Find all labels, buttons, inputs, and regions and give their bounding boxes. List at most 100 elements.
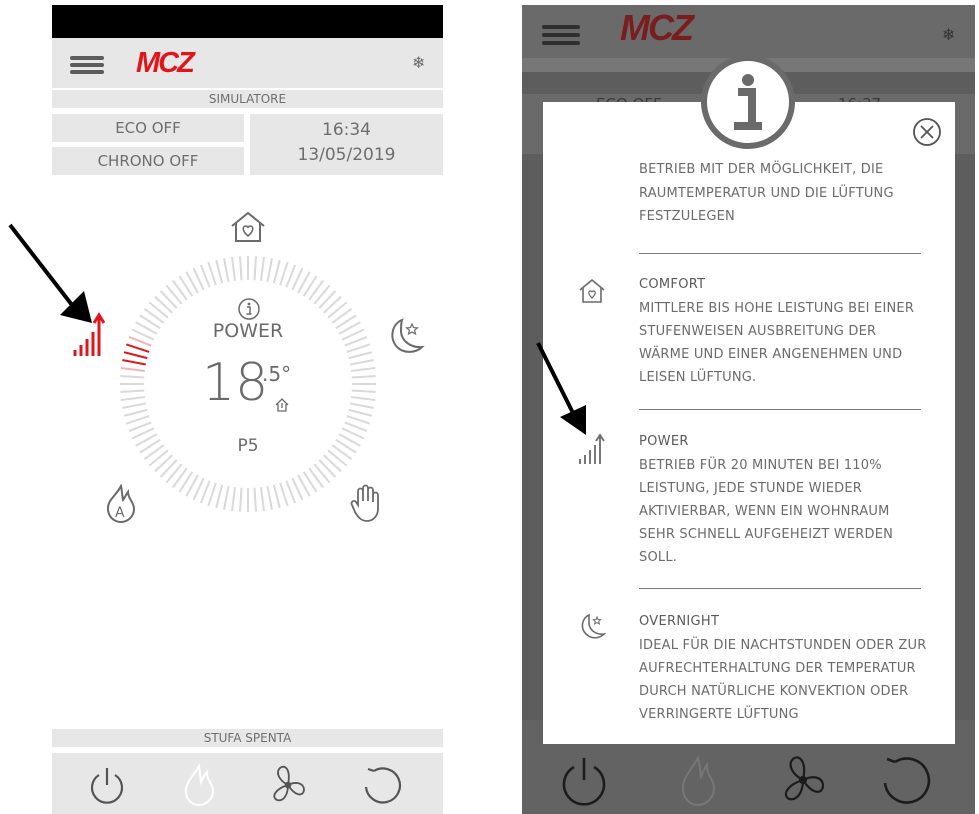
dial-tick <box>239 256 243 281</box>
chrono-status[interactable]: CHRONO OFF <box>52 147 244 175</box>
dial-tick <box>154 295 173 314</box>
dial-tick <box>344 335 368 347</box>
overnight-title: OVERNIGHT <box>639 614 720 629</box>
annotation-arrow <box>536 342 586 435</box>
stove-status: STUFA SPENTA <box>52 729 443 747</box>
power-title: POWER <box>639 434 689 449</box>
comfort-line-1: MITTLERE BIS HOHE LEISTUNG BEI EINER <box>639 301 915 316</box>
mcz-logo: MCZ <box>620 7 694 48</box>
intro-cut-text: BETRIEB MIT DER MÖGLICHKEIT, DIE <box>639 162 884 177</box>
overnight-line-1: IDEAL FÜR DIE NACHTSTUNDEN ODER ZUR <box>639 638 927 653</box>
reset-icon[interactable] <box>360 765 404 807</box>
overnight-moon-icon[interactable] <box>386 316 426 358</box>
close-icon[interactable] <box>911 116 943 148</box>
power-line-5: SOLL. <box>639 550 678 565</box>
annotation-arrow <box>8 223 92 323</box>
dial-tick <box>215 484 224 509</box>
dial-tick <box>350 359 374 366</box>
flame-icon[interactable] <box>678 755 718 807</box>
power-level: P5 <box>237 436 259 456</box>
dial-tick <box>159 290 178 309</box>
dial-tick <box>128 335 152 347</box>
reset-icon[interactable] <box>878 755 932 809</box>
datetime-box: 16:34 13/05/2019 <box>250 114 443 175</box>
power-icon[interactable] <box>88 765 126 805</box>
power-line-4: SEHR SCHNELL AUFGEHEIZT WERDEN <box>639 527 894 542</box>
separator <box>639 409 921 410</box>
clock-date: 13/05/2019 <box>297 145 396 165</box>
dial-tick <box>323 454 342 473</box>
dial-tick <box>253 256 257 281</box>
status-bar <box>52 5 443 38</box>
dial-tick <box>125 415 150 425</box>
power-line-3: AKTIVIERBAR, WENN EIN WOHNRAUM <box>639 504 890 519</box>
separator <box>639 588 921 589</box>
overnight-line-2: AUFRECHTERHALTUNG DER TEMPERATUR <box>639 661 916 676</box>
intro-line-1: RAUMTEMPERATUR UND DIE LÜFTUNG <box>639 186 894 201</box>
dial-tick <box>215 259 224 284</box>
dial-tick <box>318 290 337 309</box>
power-line-2: LEISTUNG, JEDE STUNDE WIEDER <box>639 481 863 496</box>
menu-icon[interactable] <box>70 56 104 74</box>
comfort-house-icon <box>579 278 605 303</box>
dial-tick <box>266 258 273 282</box>
overnight-line-4: VERRINGERTE LÜFTUNG <box>639 707 799 722</box>
dial-tick <box>120 396 145 401</box>
mode-label: POWER <box>212 320 284 342</box>
bottom-toolbar <box>52 753 443 814</box>
intro-line-2: FESTZULEGEN <box>639 209 735 224</box>
fan-icon[interactable] <box>776 753 830 807</box>
dial-tick <box>199 264 211 288</box>
dial-tick <box>120 389 145 393</box>
dial-tick <box>231 487 236 512</box>
snowflake-icon[interactable]: ❄ <box>942 25 955 44</box>
power-icon[interactable] <box>560 755 608 807</box>
dial-tick <box>231 256 236 281</box>
left-screen: MCZ ❄ SIMULATORE ECO OFF CHRONO OFF 16:3… <box>52 5 443 814</box>
comfort-title: COMFORT <box>639 277 706 292</box>
separator <box>639 253 921 254</box>
dial-tick <box>346 343 371 353</box>
info-icon <box>701 55 795 149</box>
dial-tick <box>323 295 342 314</box>
eco-status[interactable]: ECO OFF <box>52 114 244 142</box>
flame-icon[interactable] <box>181 763 217 807</box>
dial-tick <box>159 459 178 478</box>
dial-tick <box>260 256 265 281</box>
dial-tick <box>285 480 297 504</box>
dial-tick <box>260 487 265 512</box>
info-icon[interactable] <box>237 297 261 321</box>
menu-icon[interactable] <box>542 25 580 45</box>
dial-tick <box>122 402 146 409</box>
comfort-line-4: LEISEN LÜFTUNG. <box>639 370 757 385</box>
fan-icon[interactable] <box>266 763 310 807</box>
dial-tick <box>120 375 145 379</box>
dial-tick <box>199 480 211 504</box>
dial-tick <box>344 421 368 433</box>
dial-tick <box>207 482 217 507</box>
dial-tick <box>223 258 230 282</box>
dial-tick <box>272 259 281 284</box>
dial-tick <box>120 367 145 372</box>
dial-tick <box>128 421 152 433</box>
dial-tick <box>351 389 376 393</box>
dial-tick <box>122 359 146 366</box>
top-bar-dimmed: MCZ ❄ <box>522 5 975 58</box>
dial-tick <box>351 367 376 372</box>
snowflake-icon[interactable]: ❄ <box>412 53 425 72</box>
simulator-label: SIMULATORE <box>52 90 443 108</box>
overnight-line-3: DURCH NATÜRLICHE KONVEKTION ODER <box>639 684 909 699</box>
top-bar: MCZ ❄ <box>52 38 443 88</box>
dial-tick <box>154 454 173 473</box>
dial-tick <box>350 402 374 409</box>
dial-tick <box>346 415 371 425</box>
temperature-decimal: .5° <box>262 362 292 386</box>
dial-tick <box>239 487 243 512</box>
dial-tick <box>207 261 217 286</box>
dial-tick <box>253 487 257 512</box>
dial-tick <box>272 484 281 509</box>
dial-tick <box>351 396 376 401</box>
comfort-house-icon[interactable] <box>229 210 267 244</box>
dial-tick <box>123 408 148 417</box>
temperature-main: 18 <box>202 353 269 413</box>
